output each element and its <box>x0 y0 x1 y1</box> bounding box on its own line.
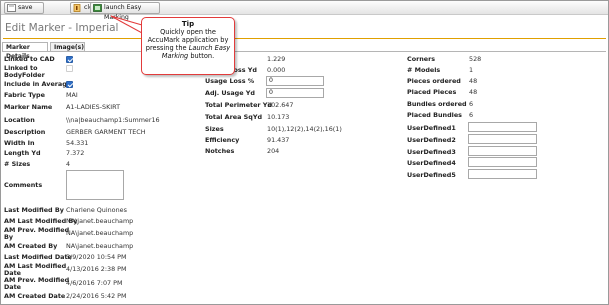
length-yd-label: Length Yd <box>4 149 41 157</box>
placed-bundles-value: 6 <box>469 111 474 119</box>
comments-label: Comments <box>4 181 43 189</box>
userdefined3-input[interactable] <box>468 146 537 156</box>
linked-to-bodyfolder-checkbox[interactable] <box>66 65 73 72</box>
am-last-modified-date-value: 4/13/2016 2:38 PM <box>66 265 127 273</box>
tooltip-line-3b: Launch Easy <box>188 44 231 53</box>
last-modified-by-value: Charlene Quinones <box>66 206 127 214</box>
tab-divider <box>2 51 606 52</box>
corners-value: 528 <box>469 55 482 63</box>
location-value: \\na|beauchamp1:Summer16 <box>66 116 160 124</box>
notches-label: Notches <box>205 147 235 155</box>
tooltip-line-2: AccuMark application by <box>147 36 229 45</box>
toolbar: save close launch Easy Marking <box>1 1 608 21</box>
userdefined1-input[interactable] <box>468 122 537 132</box>
fabric-type-value: MAI <box>66 91 78 99</box>
adj-usage-yd-label: Adj. Usage Yd <box>205 89 256 97</box>
length-yd-value: 7.372 <box>66 149 85 157</box>
total-perimeter-yd-value: 102.647 <box>267 101 294 109</box>
easy-marking-icon <box>93 4 102 12</box>
close-icon <box>73 4 81 12</box>
am-prev-modified-by-label-line2: By <box>4 233 14 241</box>
usage-loss-yd-value: 0.000 <box>267 66 286 74</box>
pieces-ordered-value: 48 <box>469 77 478 85</box>
usage-top-value: 1.229 <box>267 55 286 63</box>
last-modified-by-label: Last Modified By <box>4 206 64 214</box>
last-modified-date-label: Last Modified Date <box>4 253 72 261</box>
pieces-ordered-label: Pieces ordered <box>407 77 461 85</box>
num-models-label: # Models <box>407 66 441 74</box>
include-in-average-checkbox[interactable] <box>66 81 73 88</box>
save-icon <box>7 4 16 12</box>
description-label: Description <box>4 128 46 136</box>
linked-to-cad-checkbox[interactable] <box>66 56 73 63</box>
tooltip-line-3a: pressing the <box>145 44 187 53</box>
tooltip-line-4: Marking button. <box>142 52 234 60</box>
userdefined1-label: UserDefined1 <box>407 124 456 132</box>
efficiency-label: Efficiency <box>205 136 240 144</box>
window-frame: save close launch Easy Marking Edit Mark… <box>0 0 609 305</box>
efficiency-value: 91.437 <box>267 136 290 144</box>
am-created-date-value: 2/24/2016 5:42 PM <box>66 292 127 300</box>
tooltip-line-4a: Marking <box>161 52 189 61</box>
tooltip-callout: Tip Quickly open the AccuMark applicatio… <box>141 17 235 75</box>
total-area-sqyd-value: 10.173 <box>267 113 290 121</box>
width-in-label: Width In <box>4 139 35 147</box>
sizes-label: Sizes <box>205 125 224 133</box>
title-divider <box>3 38 606 39</box>
userdefined2-input[interactable] <box>468 134 537 144</box>
am-prev-modified-date-value: 4/6/2016 7:07 PM <box>66 279 123 287</box>
description-value: GERBER GARMENT TECH <box>66 128 146 136</box>
total-perimeter-yd-label: Total Perimeter Yd <box>205 101 273 109</box>
bundles-ordered-label: Bundles ordered <box>407 100 467 108</box>
marker-name-label: Marker Name <box>4 103 53 111</box>
userdefined2-label: UserDefined2 <box>407 136 456 144</box>
usage-loss-pct-input[interactable]: 0 <box>266 76 324 86</box>
tooltip-line-1: Quickly open the <box>160 28 216 36</box>
placed-pieces-value: 48 <box>469 88 478 96</box>
num-models-value: 1 <box>469 66 474 74</box>
launch-easy-marking-button[interactable]: launch Easy Marking <box>90 2 160 21</box>
save-button[interactable]: save <box>4 2 44 14</box>
tooltip-line-4b: button. <box>190 52 215 61</box>
tooltip-title: Tip <box>181 20 195 28</box>
am-prev-modified-by-value: NA\janet.beauchamp <box>66 229 134 237</box>
last-modified-date-value: 3/9/2020 10:54 PM <box>66 253 127 261</box>
am-last-modified-by-value: NA\janet.beauchamp <box>66 217 134 225</box>
userdefined4-label: UserDefined4 <box>407 159 456 167</box>
num-sizes-label: # Sizes <box>4 160 31 168</box>
include-in-average-label: Include in Average <box>4 80 72 88</box>
width-in-value: 54.331 <box>66 139 89 147</box>
bundles-ordered-value: 6 <box>469 100 474 108</box>
am-prev-modified-by-label-line1: AM Prev. Modified <box>4 226 70 234</box>
page-title: Edit Marker - Imperial <box>5 22 119 34</box>
location-label: Location <box>4 116 35 124</box>
usage-loss-pct-label: Usage Loss % <box>205 77 255 85</box>
notches-value: 204 <box>267 147 280 155</box>
marker-name-value: A1-LADIES-SKIRT <box>66 103 121 111</box>
fabric-type-label: Fabric Type <box>4 91 45 99</box>
save-button-label: save <box>18 4 33 11</box>
userdefined5-input[interactable] <box>468 169 537 179</box>
comments-textarea[interactable] <box>66 170 124 200</box>
num-sizes-value: 4 <box>66 160 71 168</box>
adj-usage-yd-input[interactable]: 0 <box>266 88 324 98</box>
userdefined5-label: UserDefined5 <box>407 171 456 179</box>
am-created-by-value: NA\janet.beauchamp <box>66 242 134 250</box>
am-prev-modified-date-label-line2: Date <box>4 283 22 291</box>
linked-to-cad-label: Linked to CAD <box>4 55 55 63</box>
linked-to-bodyfolder-label-line2: BodyFolder <box>4 71 45 79</box>
placed-pieces-label: Placed Pieces <box>407 88 457 96</box>
total-area-sqyd-label: Total Area SqYd <box>205 113 263 121</box>
corners-label: Corners <box>407 55 436 63</box>
placed-bundles-label: Placed Bundles <box>407 111 462 119</box>
am-created-by-label: AM Created By <box>4 242 58 250</box>
tooltip-line-3: pressing the Launch Easy <box>142 44 234 52</box>
sizes-value: 10(1),12(2),14(2),16(1) <box>267 125 342 133</box>
userdefined3-label: UserDefined3 <box>407 148 456 156</box>
am-created-date-label: AM Created Date <box>4 292 66 300</box>
userdefined4-input[interactable] <box>468 157 537 167</box>
